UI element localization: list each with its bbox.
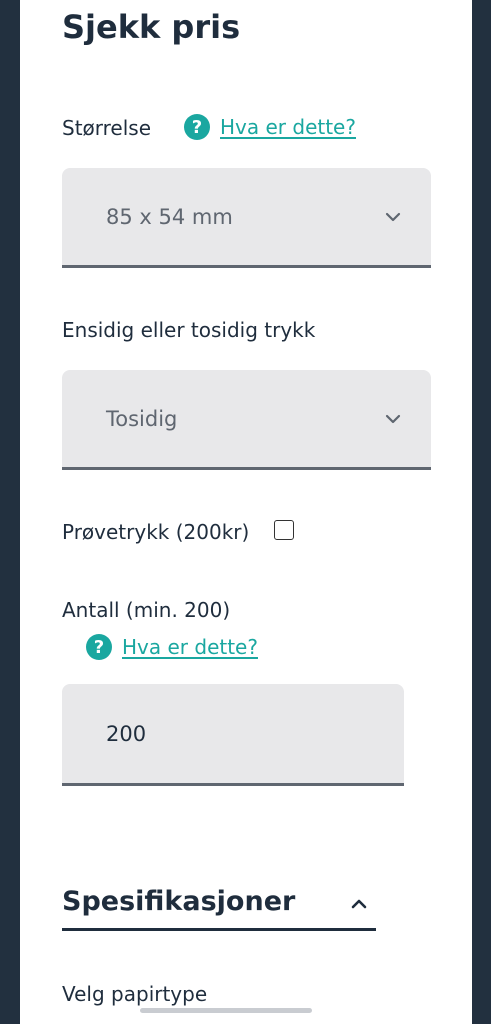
question-circle-icon: ? [184, 114, 210, 140]
quantity-input[interactable]: 200 [62, 684, 404, 786]
size-label: Størrelse [62, 116, 152, 140]
question-circle-icon: ? [86, 634, 112, 660]
print-sides-select[interactable]: Tosidig [62, 370, 431, 470]
quantity-label: Antall (min. 200) [62, 598, 231, 622]
specs-underline [62, 928, 376, 931]
size-select[interactable]: 85 x 54 mm [62, 168, 431, 268]
proof-checkbox[interactable] [274, 520, 294, 540]
chevron-up-icon[interactable] [350, 896, 368, 910]
home-indicator [140, 1008, 312, 1013]
size-select-value: 85 x 54 mm [106, 204, 233, 229]
quantity-help-link[interactable]: Hva er dette? [122, 635, 258, 659]
quantity-help[interactable]: ? Hva er dette? [86, 634, 258, 660]
size-help[interactable]: ? Hva er dette? [184, 114, 356, 140]
chevron-down-icon [385, 212, 401, 221]
page-title: Sjekk pris [62, 8, 241, 46]
chevron-down-icon [385, 414, 401, 423]
size-help-link[interactable]: Hva er dette? [220, 115, 356, 139]
quantity-input-value: 200 [106, 721, 147, 746]
print-sides-select-value: Tosidig [106, 406, 178, 431]
paper-type-label: Velg papirtype [62, 982, 208, 1006]
print-sides-label: Ensidig eller tosidig trykk [62, 318, 316, 342]
price-panel: Sjekk pris Størrelse ? Hva er dette? 85 … [20, 0, 472, 1024]
proof-label: Prøvetrykk (200kr) [62, 520, 250, 544]
specs-title[interactable]: Spesifikasjoner [62, 886, 295, 917]
